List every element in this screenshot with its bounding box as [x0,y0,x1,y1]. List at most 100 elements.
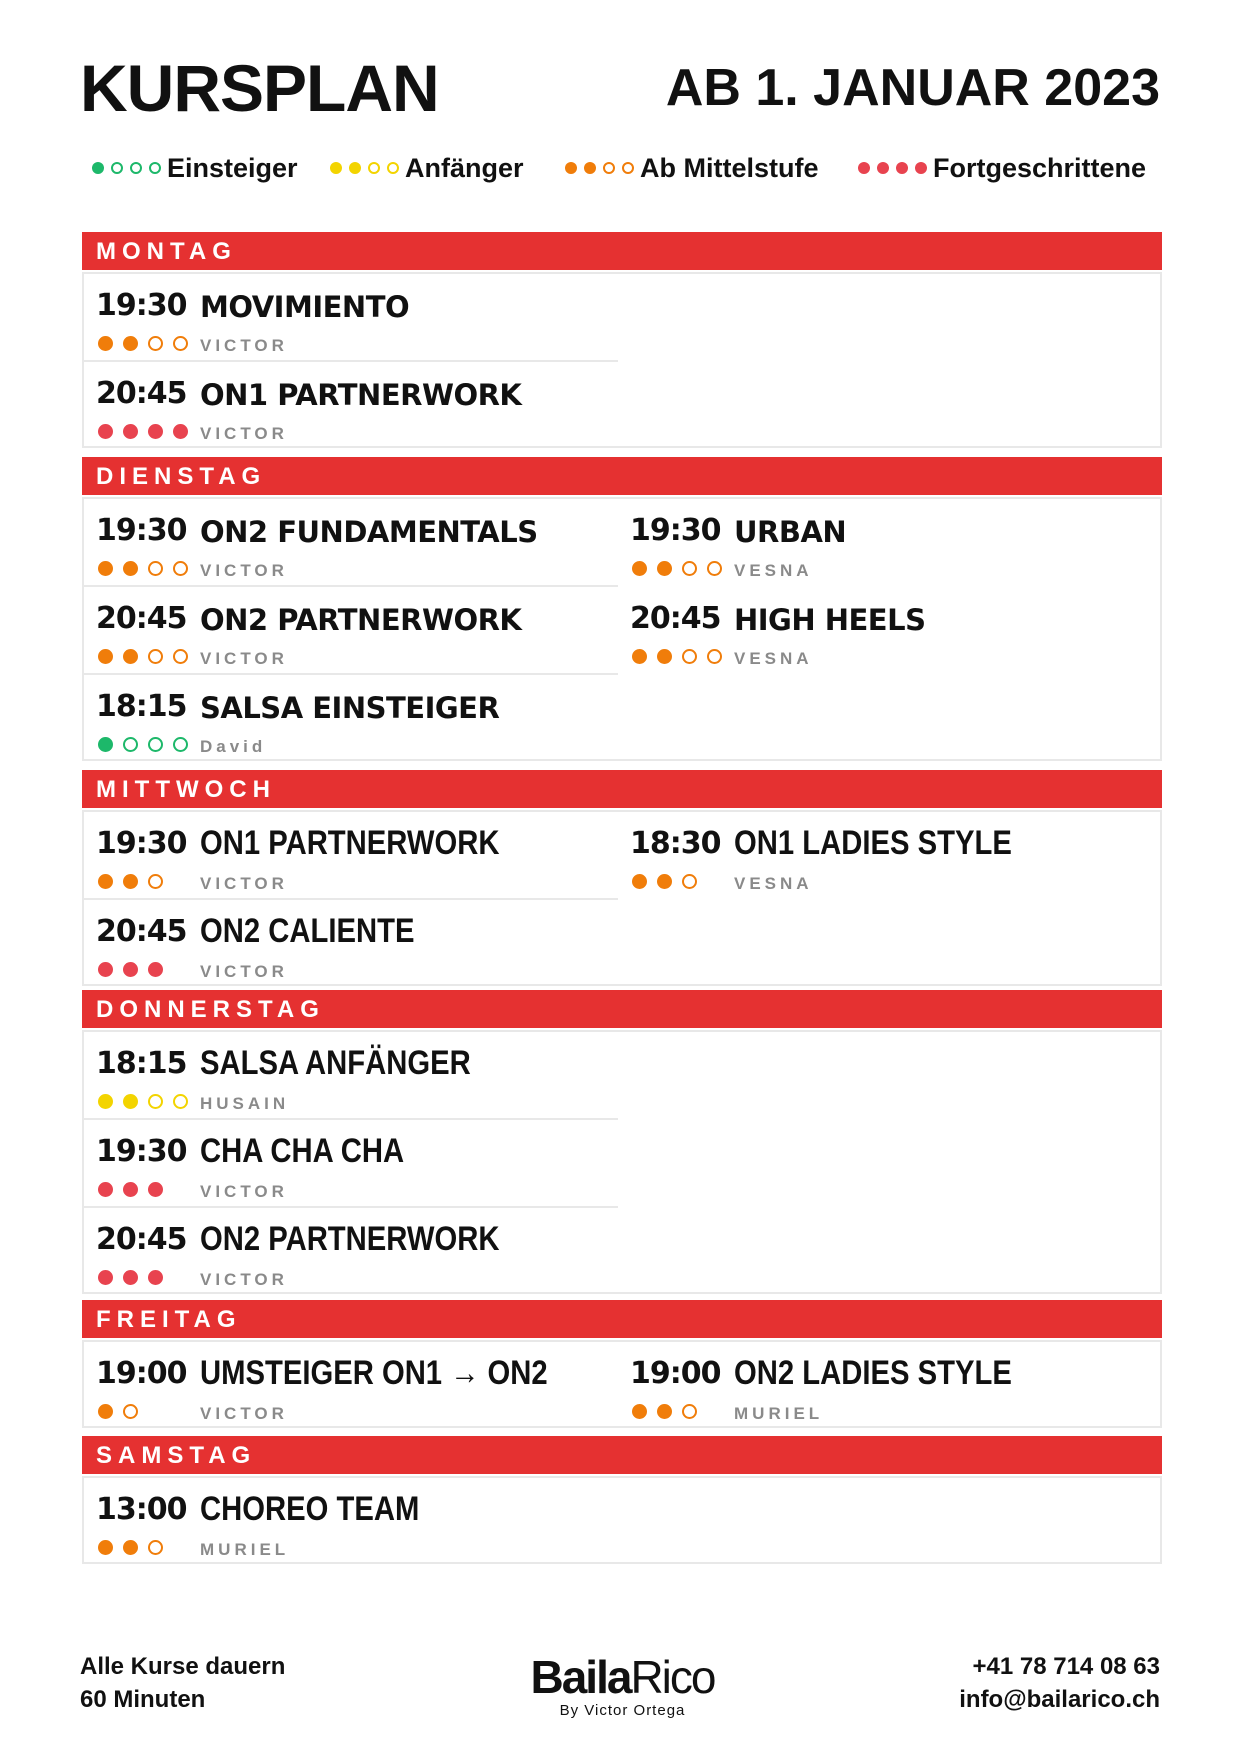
level-dot-filled-icon [123,424,138,439]
logo-word-regular: Rico [630,1651,716,1703]
level-dot-filled-icon [657,649,672,664]
legend-label: Fortgeschrittene [933,152,1147,183]
row-divider [84,1206,618,1208]
course-slot: 18:15 SALSA ANFÄNGER HUSAIN [96,1044,596,1116]
legend-item: Anfänger [330,150,524,186]
course-time: 20:45 [96,376,187,411]
day-course-list: 13:00 CHOREO TEAM MURIEL [82,1476,1162,1564]
level-dot-filled-icon [98,424,113,439]
course-level-dots [632,561,722,576]
course-level-dots [98,649,188,664]
course-name: URBAN [734,515,847,549]
course-time: 18:15 [96,1046,187,1081]
level-dot-empty-icon [707,561,722,576]
level-dot-filled-icon [632,649,647,664]
course-level-dots [98,424,188,439]
phone-number: +41 78 714 08 63 [972,1653,1160,1680]
course-name: ON2 LADIES STYLE [734,1354,1012,1392]
course-time: 19:30 [96,1134,187,1169]
course-name: ON2 FUNDAMENTALS [200,515,538,549]
validity-date: AB 1. JANUAR 2023 [665,59,1160,117]
day-header: DIENSTAG [82,457,1162,495]
level-dot-filled-icon [98,962,113,977]
course-teacher: VICTOR [200,1404,288,1423]
course-teacher: MURIEL [200,1540,290,1559]
course-slot: 19:30 ON1 PARTNERWORK VICTOR [96,824,596,896]
level-dot-filled-icon [565,162,577,174]
course-name: UMSTEIGER ON1 → ON2 [200,1354,548,1392]
level-dot-filled-icon [123,561,138,576]
course-teacher: VESNA [734,561,813,580]
course-name: ON2 PARTNERWORK [200,1220,500,1258]
level-dot-filled-icon [123,1094,138,1109]
day-header: DONNERSTAG [82,990,1162,1028]
level-dot-filled-icon [657,874,672,889]
course-level-dots [98,1182,163,1197]
level-dot-filled-icon [123,336,138,351]
course-teacher: VICTOR [200,1270,288,1289]
course-slot: 19:30 MOVIMIENTO VICTOR [96,288,596,358]
course-time: 18:15 [96,689,187,724]
day-course-list: 19:30 ON1 PARTNERWORK VICTOR 18:30 ON1 LADIE… [82,810,1162,986]
course-slot: 18:30 ON1 LADIES STYLE VESNA [630,824,1130,896]
level-dot-filled-icon [98,1404,113,1419]
level-dot-empty-icon [173,649,188,664]
level-dot-filled-icon [915,162,927,174]
legend-label: Anfänger [405,152,524,183]
course-time: 20:45 [96,914,187,949]
course-time: 19:30 [630,513,721,548]
level-dot-empty-icon [148,1094,163,1109]
day-course-list: 19:30 MOVIMIENTO VICTOR 20:45 ON1 PARTNERWOR… [82,272,1162,448]
course-teacher: VICTOR [200,561,288,580]
level-dot-filled-icon [877,162,889,174]
row-divider [84,898,618,900]
course-name: ON2 CALIENTE [200,912,415,950]
level-dot-empty-icon [173,561,188,576]
level-dot-empty-icon [130,162,142,174]
course-time: 19:30 [96,288,187,323]
level-dot-empty-icon [148,737,163,752]
row-divider [84,673,618,675]
level-dot-filled-icon [148,962,163,977]
page-title: KURSPLAN [80,51,440,125]
course-time: 19:00 [96,1356,187,1391]
level-dot-empty-icon [173,336,188,351]
level-dot-filled-icon [123,1540,138,1555]
legend-label: Einsteiger [167,152,298,183]
course-name: ON1 LADIES STYLE [734,824,1012,862]
day-header: SAMSTAG [82,1436,1162,1474]
bailarico-logo: BailaRico By Victor Ortega [500,1652,745,1719]
level-dot-empty-icon [148,649,163,664]
course-time: 19:30 [96,826,187,861]
course-name: ON2 PARTNERWORK [200,603,522,637]
level-dot-filled-icon [330,162,342,174]
legend-dots [858,162,927,174]
level-dot-filled-icon [98,737,113,752]
course-teacher: HUSAIN [200,1094,290,1113]
course-level-dots [98,737,188,752]
level-dot-filled-icon [98,561,113,576]
level-dot-filled-icon [657,1404,672,1419]
level-dot-filled-icon [173,424,188,439]
level-dot-empty-icon [387,162,399,174]
level-dot-filled-icon [632,1404,647,1419]
level-dot-empty-icon [622,162,634,174]
course-slot: 20:45 ON1 PARTNERWORK VICTOR [96,376,596,446]
day-header: MONTAG [82,232,1162,270]
level-dot-empty-icon [123,737,138,752]
legend-item: Einsteiger [92,150,298,186]
level-dot-filled-icon [349,162,361,174]
course-slot: 20:45 ON2 CALIENTE VICTOR [96,912,596,984]
course-teacher: VICTOR [200,649,288,668]
course-slot: 19:30 CHA CHA CHA VICTOR [96,1132,596,1204]
legend-item: Ab Mittelstufe [565,150,819,186]
level-dot-empty-icon [682,561,697,576]
course-teacher: David [200,737,267,756]
course-level-dots [98,561,188,576]
email-address: info@bailarico.ch [959,1686,1160,1713]
course-teacher: VICTOR [200,874,288,893]
course-name: MOVIMIENTO [200,290,410,324]
logo-subtitle: By Victor Ortega [559,1702,686,1719]
course-level-dots [632,649,722,664]
course-level-dots [98,1270,163,1285]
